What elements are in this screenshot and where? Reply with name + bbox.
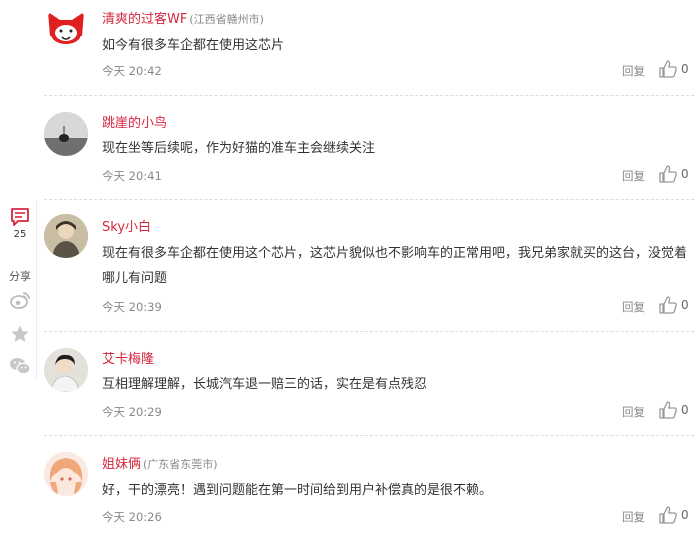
share-label: 分享 xyxy=(9,270,31,283)
star-icon xyxy=(11,325,29,342)
comment-item: 跳崖的小鸟 现在坐等后续呢，作为好猫的准车主会继续关注 今天 20:41 回复 … xyxy=(44,96,694,200)
comment-text: 现在有很多车企都在使用这个芯片，这芯片貌似也不影响车的正常用吧，我兄弟家就买的这… xyxy=(102,246,688,286)
wechat-icon xyxy=(10,358,31,375)
avatar[interactable] xyxy=(44,214,88,258)
cat-avatar-icon xyxy=(48,12,84,44)
comment-time: 今天 20:41 xyxy=(102,169,162,183)
share-sidebar: 25 分享 xyxy=(0,0,40,540)
thumbs-up-icon xyxy=(659,506,677,524)
like-button[interactable]: 0 xyxy=(658,164,689,184)
comment-time: 今天 20:42 xyxy=(102,64,162,78)
comment-item: Sky小白 现在有很多车企都在使用这个芯片，这芯片貌似也不影响车的正常用吧，我兄… xyxy=(44,200,694,332)
like-count: 0 xyxy=(681,62,689,76)
reply-button[interactable]: 回复 xyxy=(622,63,645,79)
comment-time: 今天 20:29 xyxy=(102,405,162,419)
like-count: 0 xyxy=(681,508,689,522)
commenter-name[interactable]: 艾卡梅隆 xyxy=(102,348,156,367)
like-count: 0 xyxy=(681,298,689,312)
comment-text: 如今有很多车企都在使用这芯片 xyxy=(102,38,285,53)
comment-count: 25 xyxy=(13,229,27,240)
reply-button[interactable]: 回复 xyxy=(622,509,645,525)
comment-text: 现在坐等后续呢，作为好猫的准车主会继续关注 xyxy=(102,141,376,156)
commenter-name[interactable]: 清爽的过客WF (江西省赣州市) xyxy=(102,8,264,27)
person-avatar-icon xyxy=(44,348,88,392)
avatar[interactable] xyxy=(44,452,88,496)
like-button[interactable]: 0 xyxy=(658,505,689,525)
weibo-icon xyxy=(10,292,30,309)
reply-button[interactable]: 回复 xyxy=(622,404,645,420)
favorite-button[interactable] xyxy=(0,324,40,344)
comment-text: 好，干的漂亮！遇到问题能在第一时间给到用户补偿真的是很不赖。 xyxy=(102,483,493,498)
share-wechat-button[interactable] xyxy=(0,356,40,376)
comment-icon xyxy=(11,208,29,226)
share-weibo-button[interactable] xyxy=(0,290,40,310)
comment-time: 今天 20:39 xyxy=(102,300,162,314)
like-button[interactable]: 0 xyxy=(658,59,689,79)
comment-count-button[interactable]: 25 xyxy=(0,207,40,240)
commenter-location: (广东省东莞市) xyxy=(143,458,218,471)
commenter-name[interactable]: 跳崖的小鸟 xyxy=(102,112,169,131)
comment-item: 清爽的过客WF (江西省赣州市) 如今有很多车企都在使用这芯片 今天 20:42 … xyxy=(44,0,694,96)
reply-button[interactable]: 回复 xyxy=(622,168,645,184)
comment-item: 姐妹俩 (广东省东莞市) 好，干的漂亮！遇到问题能在第一时间给到用户补偿真的是很不… xyxy=(44,436,694,540)
like-count: 0 xyxy=(681,403,689,417)
commenter-name[interactable]: Sky小白 xyxy=(102,216,153,235)
thumbs-up-icon xyxy=(659,401,677,419)
thumbs-up-icon xyxy=(659,165,677,183)
avatar[interactable] xyxy=(44,112,88,156)
avatar[interactable] xyxy=(44,6,88,50)
like-count: 0 xyxy=(681,167,689,181)
thumbs-up-icon xyxy=(659,60,677,78)
like-button[interactable]: 0 xyxy=(658,295,689,315)
person-avatar-icon xyxy=(44,214,88,258)
comment-item: 艾卡梅隆 互相理解理解，长城汽车退一赔三的话，实在是有点残忍 今天 20:29 … xyxy=(44,332,694,436)
reply-button[interactable]: 回复 xyxy=(622,299,645,315)
thumbs-up-icon xyxy=(659,296,677,314)
comment-text: 互相理解理解，长城汽车退一赔三的话，实在是有点残忍 xyxy=(102,377,428,392)
comment-time: 今天 20:26 xyxy=(102,510,162,524)
bird-avatar-icon xyxy=(44,112,88,156)
like-button[interactable]: 0 xyxy=(658,400,689,420)
commenter-location: (江西省赣州市) xyxy=(189,13,264,26)
commenter-name[interactable]: 姐妹俩 (广东省东莞市) xyxy=(102,453,218,472)
anime-girl-avatar-icon xyxy=(44,452,88,496)
avatar[interactable] xyxy=(44,348,88,392)
